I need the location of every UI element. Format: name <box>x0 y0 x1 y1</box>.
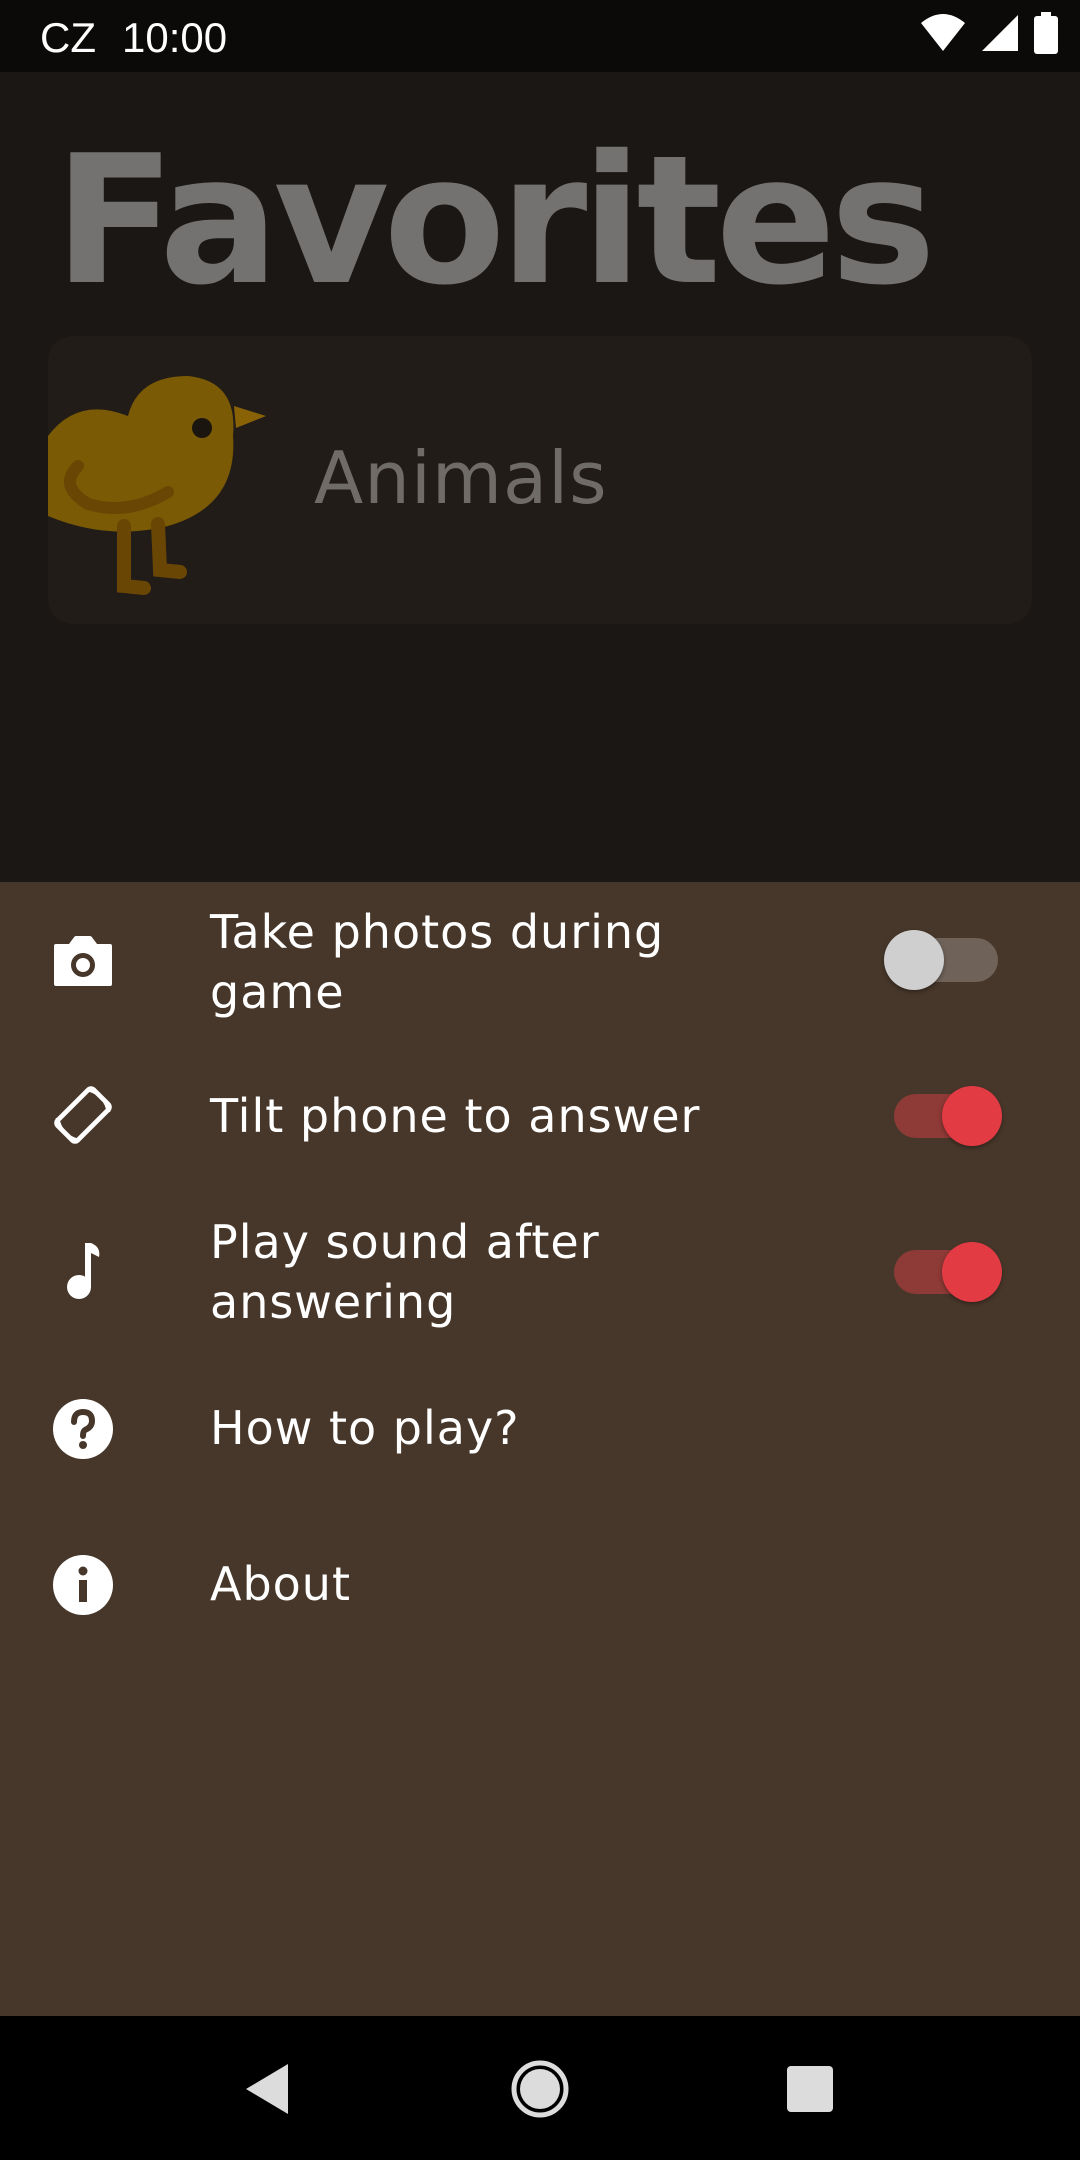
clock: 10:00 <box>122 14 228 61</box>
status-icons <box>920 12 1058 64</box>
tilt-phone-toggle[interactable] <box>894 1086 1004 1146</box>
wifi-icon <box>920 13 966 63</box>
home-icon[interactable] <box>507 2056 573 2122</box>
camera-icon <box>50 928 116 994</box>
status-bar: CZ 10:00 <box>0 0 1080 72</box>
setting-row-take-photos[interactable]: Take photos during game <box>0 902 1080 1024</box>
screen: CZ 10:00 Favorites Animals Take photos d… <box>0 0 1080 2160</box>
toggle-thumb <box>884 930 944 990</box>
cellular-signal-icon <box>980 13 1020 63</box>
carrier-label: CZ <box>40 14 96 61</box>
favorites-screen: Favorites Animals <box>0 72 1080 882</box>
menu-label-about: About <box>210 1557 352 1611</box>
navigation-bar <box>0 2016 1080 2160</box>
screen-rotation-icon <box>50 1082 116 1148</box>
help-circle-icon <box>50 1396 116 1462</box>
info-circle-icon <box>50 1552 116 1618</box>
setting-label-take-photos: Take photos during game <box>210 905 665 1019</box>
setting-row-play-sound[interactable]: Play sound after answering <box>0 1212 1080 1334</box>
toggle-thumb <box>942 1086 1002 1146</box>
battery-icon <box>1034 12 1058 64</box>
play-sound-toggle[interactable] <box>894 1242 1004 1302</box>
toggle-thumb <box>942 1242 1002 1302</box>
chick-icon <box>48 336 288 624</box>
menu-item-how-to-play[interactable]: How to play? <box>0 1388 1080 1468</box>
back-icon[interactable] <box>234 2056 300 2122</box>
take-photos-toggle[interactable] <box>884 930 998 990</box>
setting-label-tilt-phone: Tilt phone to answer <box>210 1089 701 1143</box>
settings-bottom-sheet: Take photos during game Tilt phone to an… <box>0 882 1080 2016</box>
menu-label-how-to-play: How to play? <box>210 1401 520 1455</box>
music-note-icon <box>50 1238 116 1304</box>
category-card-animals[interactable]: Animals <box>48 336 1032 624</box>
setting-label-play-sound: Play sound after answering <box>210 1215 600 1329</box>
setting-row-tilt-phone[interactable]: Tilt phone to answer <box>0 1076 1080 1156</box>
recents-icon[interactable] <box>777 2056 843 2122</box>
page-title: Favorites <box>54 117 936 324</box>
menu-item-about[interactable]: About <box>0 1544 1080 1624</box>
category-label: Animals <box>314 436 608 520</box>
